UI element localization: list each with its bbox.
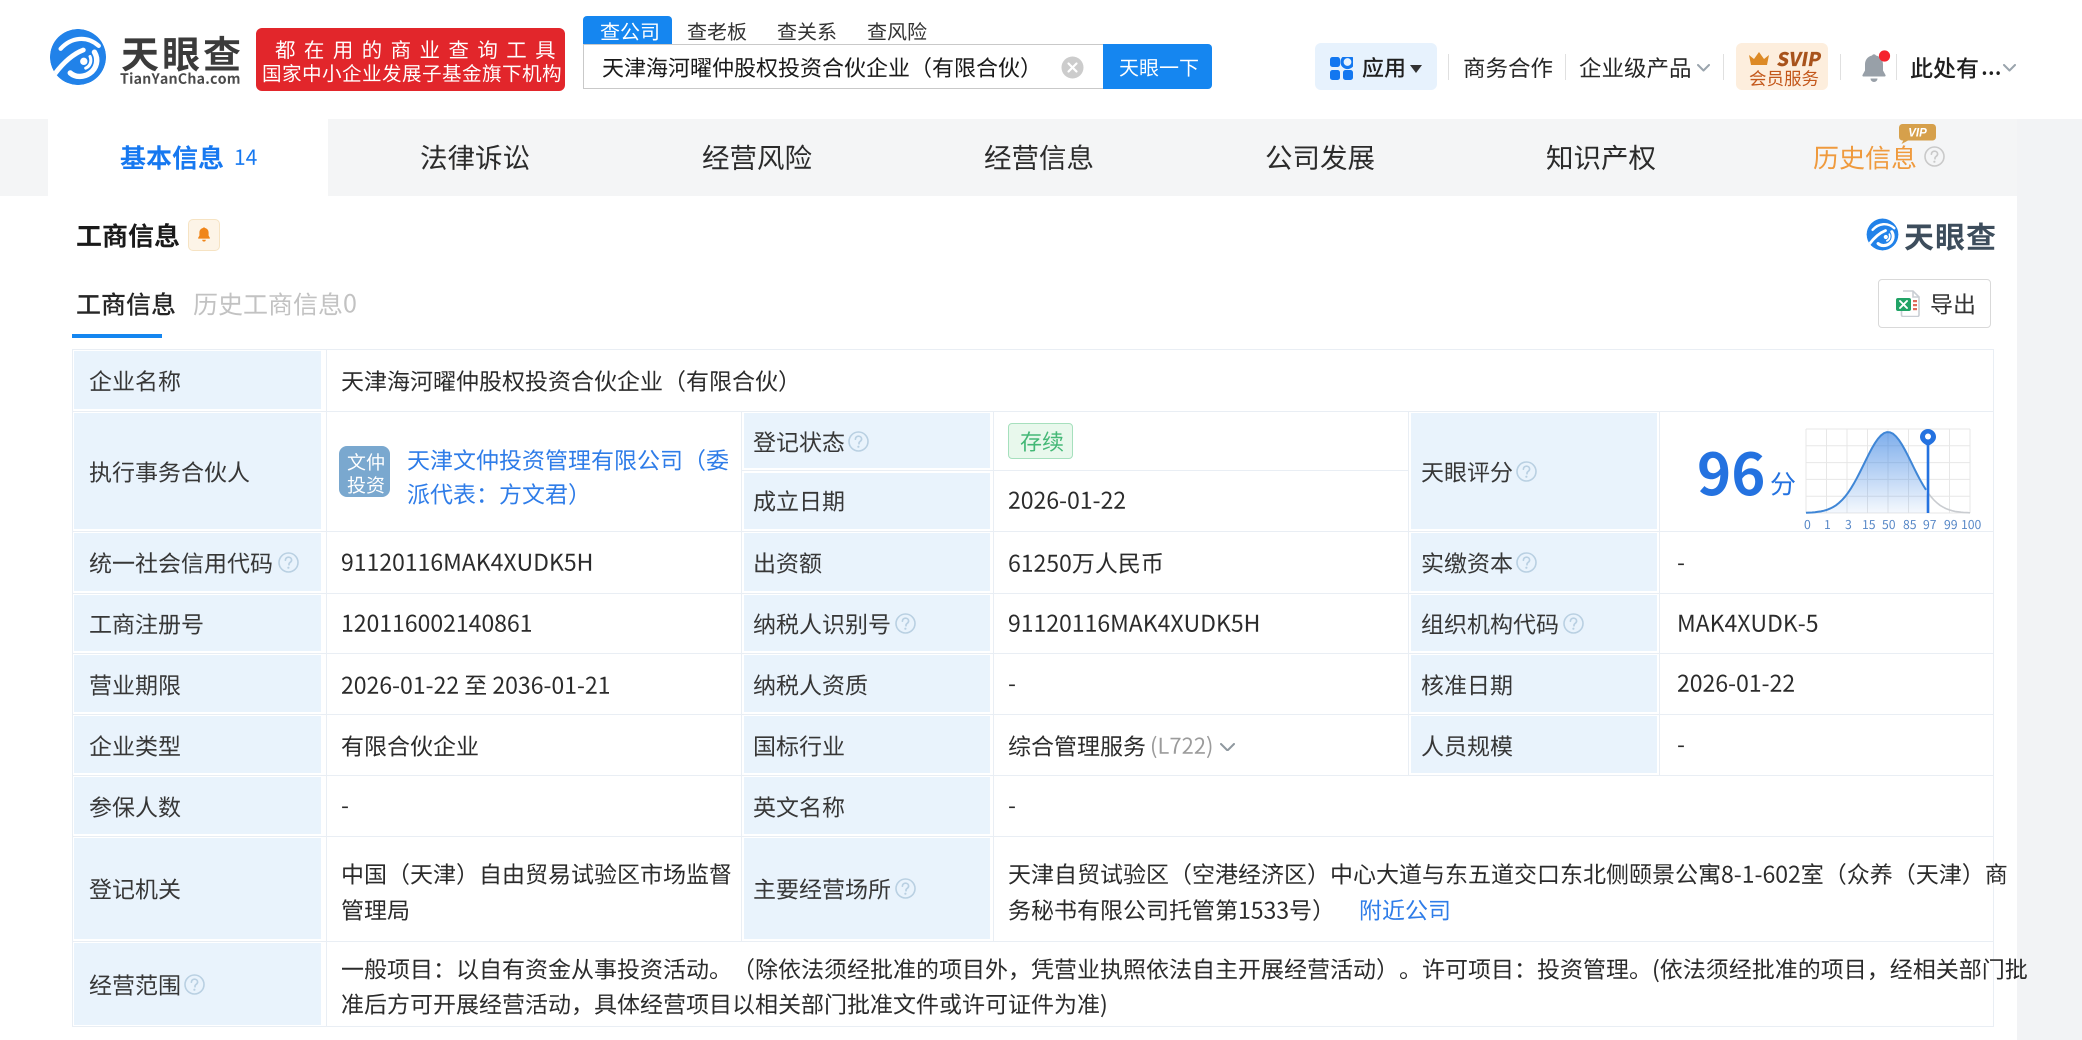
svg-text:VIP: VIP [1908, 128, 1927, 140]
